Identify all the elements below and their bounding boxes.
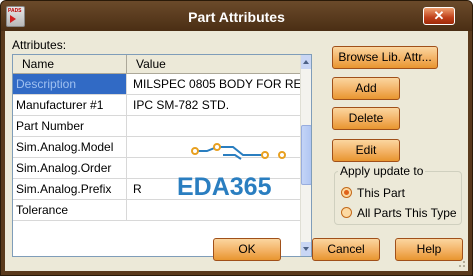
add-button[interactable]: Add bbox=[332, 77, 400, 100]
cell-name[interactable]: Tolerance bbox=[13, 200, 127, 220]
cell-value[interactable] bbox=[127, 200, 300, 220]
all-parts-this-type-label[interactable]: All Parts This Type bbox=[357, 206, 457, 220]
table-row[interactable]: Description MILSPEC 0805 BODY FOR RESI: bbox=[13, 74, 300, 95]
ok-button[interactable]: OK bbox=[213, 238, 281, 261]
scroll-thumb[interactable] bbox=[301, 125, 311, 185]
cancel-button[interactable]: Cancel bbox=[312, 238, 380, 261]
grid-scrollbar[interactable] bbox=[300, 55, 311, 256]
table-row[interactable]: Part Number bbox=[13, 116, 300, 137]
grid-header: Name Value bbox=[13, 55, 300, 74]
scroll-up-arrow-icon[interactable] bbox=[301, 55, 311, 69]
close-icon: ✕ bbox=[433, 8, 445, 23]
cell-value[interactable] bbox=[127, 116, 300, 136]
column-header-name[interactable]: Name bbox=[13, 55, 127, 73]
dialog-title: Part Attributes bbox=[188, 9, 285, 25]
delete-button[interactable]: Delete bbox=[332, 107, 400, 130]
cell-name[interactable]: Part Number bbox=[13, 116, 127, 136]
scroll-down-arrow-icon[interactable] bbox=[301, 242, 311, 256]
this-part-label[interactable]: This Part bbox=[357, 186, 405, 200]
help-button[interactable]: Help bbox=[395, 238, 463, 261]
title-bar: PADS Part Attributes ✕ bbox=[1, 1, 472, 31]
this-part-radio[interactable] bbox=[341, 187, 352, 198]
table-row[interactable]: Tolerance bbox=[13, 200, 300, 221]
attributes-grid[interactable]: Name Value Description MILSPEC 0805 BODY… bbox=[12, 54, 312, 257]
column-header-value[interactable]: Value bbox=[127, 55, 300, 73]
resize-grip-icon[interactable] bbox=[457, 259, 466, 268]
apply-update-group: Apply update to This Part All Parts This… bbox=[334, 164, 462, 225]
table-row[interactable]: Manufacturer #1 IPC SM-782 STD. bbox=[13, 95, 300, 116]
dialog-body: Attributes: Name Value Description MILSP… bbox=[5, 31, 468, 271]
cell-value[interactable] bbox=[127, 137, 300, 157]
close-button[interactable]: ✕ bbox=[423, 7, 455, 25]
cell-name[interactable]: Sim.Analog.Prefix bbox=[13, 179, 127, 199]
table-row[interactable]: Sim.Analog.Prefix R bbox=[13, 179, 300, 200]
cell-name[interactable]: Sim.Analog.Order bbox=[13, 158, 127, 178]
apply-update-label: Apply update to bbox=[338, 164, 426, 178]
cell-name[interactable]: Manufacturer #1 bbox=[13, 95, 127, 115]
table-row[interactable]: Sim.Analog.Model bbox=[13, 137, 300, 158]
all-parts-this-type-radio[interactable] bbox=[341, 207, 352, 218]
edit-button[interactable]: Edit bbox=[332, 139, 400, 162]
table-row[interactable]: Sim.Analog.Order bbox=[13, 158, 300, 179]
cell-name[interactable]: Sim.Analog.Model bbox=[13, 137, 127, 157]
part-attributes-dialog: PADS Part Attributes ✕ Attributes: Name … bbox=[0, 0, 473, 276]
attributes-label: Attributes: bbox=[12, 38, 67, 52]
cell-value[interactable]: IPC SM-782 STD. bbox=[127, 95, 300, 115]
browse-lib-attr-button[interactable]: Browse Lib. Attr... bbox=[332, 46, 438, 69]
cell-value[interactable]: R bbox=[127, 179, 300, 199]
cell-value[interactable] bbox=[127, 158, 300, 178]
cell-name[interactable]: Description bbox=[13, 74, 127, 94]
cell-value[interactable]: MILSPEC 0805 BODY FOR RESI: bbox=[127, 74, 300, 94]
